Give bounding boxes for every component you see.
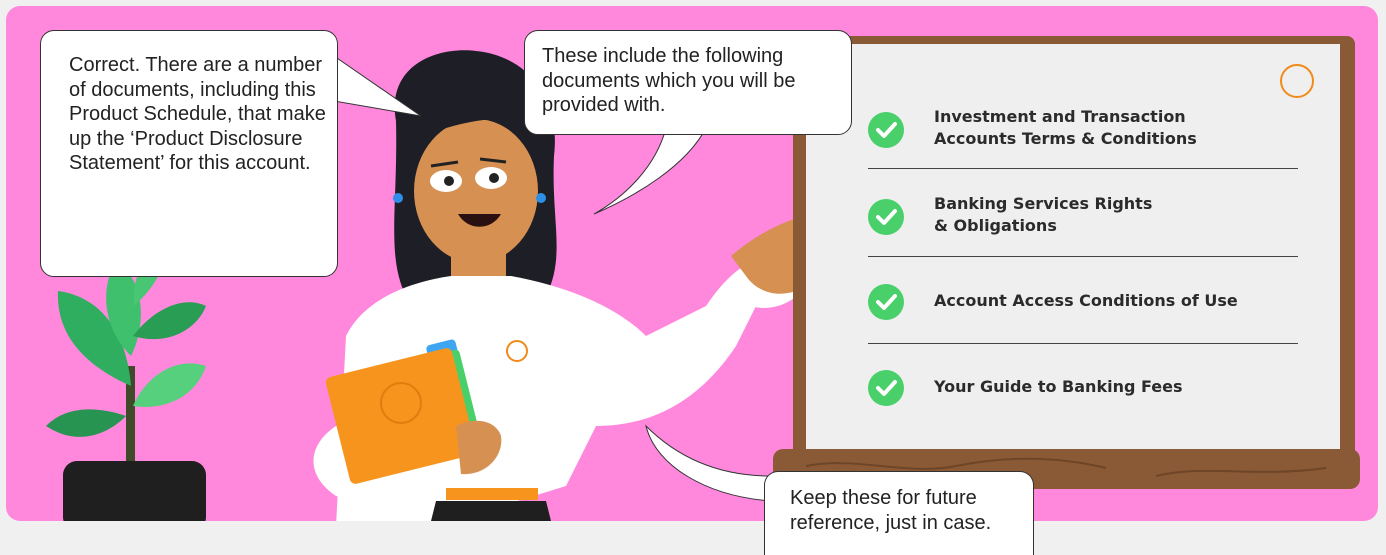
brand-logo-icon bbox=[1280, 64, 1314, 98]
document-title: Account Access Conditions of Use bbox=[934, 291, 1238, 310]
divider bbox=[868, 343, 1298, 344]
plant-pot bbox=[63, 461, 206, 521]
illustration-scene: Correct. There are a number of documents… bbox=[6, 6, 1378, 521]
speech-bubble-documents: These include the following documents wh… bbox=[524, 30, 852, 135]
check-icon bbox=[868, 370, 904, 406]
document-board: Investment and Transaction Accounts Term… bbox=[812, 50, 1342, 456]
check-icon bbox=[868, 112, 904, 148]
check-icon bbox=[868, 284, 904, 320]
speech-bubble-reminder: Keep these for future reference, just in… bbox=[764, 471, 1034, 555]
divider bbox=[868, 168, 1298, 169]
check-icon bbox=[868, 199, 904, 235]
speech-bubble-intro: Correct. There are a number of documents… bbox=[40, 30, 338, 277]
plant-illustration bbox=[46, 246, 206, 521]
bubble-tail-documents bbox=[593, 127, 707, 215]
document-title: Investment and Transaction Accounts Term… bbox=[934, 107, 1197, 148]
document-title: Banking Services Rights & Obligations bbox=[934, 194, 1153, 235]
divider bbox=[868, 256, 1298, 257]
document-title: Your Guide to Banking Fees bbox=[934, 377, 1183, 396]
bubble-tail-reminder bbox=[645, 424, 772, 502]
